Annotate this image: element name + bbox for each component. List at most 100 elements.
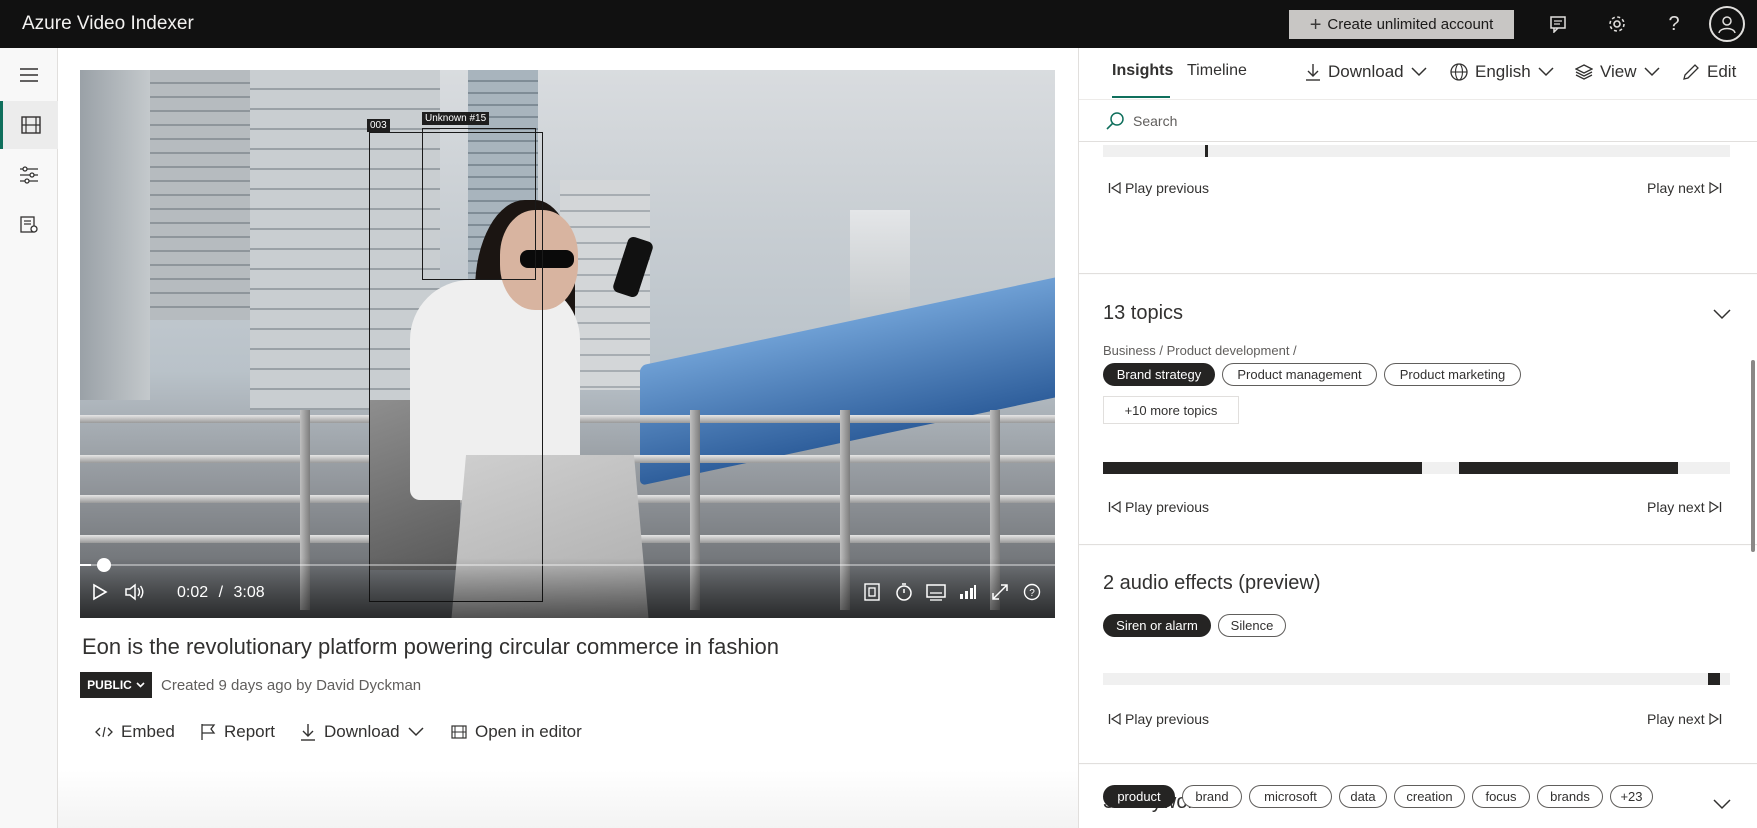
topics-timeline-bar[interactable] [1103, 462, 1730, 474]
visibility-dropdown[interactable]: PUBLIC [80, 672, 152, 698]
play-previous-button[interactable]: Play previous [1108, 180, 1209, 196]
play-previous-label: Play previous [1125, 711, 1210, 727]
fullscreen-icon[interactable] [988, 580, 1012, 604]
tab-timeline[interactable]: Timeline [1187, 62, 1247, 80]
language-dropdown[interactable]: English [1450, 62, 1554, 82]
view-label: View [1600, 62, 1637, 81]
search-placeholder: Search [1133, 112, 1178, 129]
panel-download-button[interactable]: Download [1305, 62, 1427, 82]
search-icon [1106, 111, 1124, 130]
timer-icon[interactable] [892, 580, 916, 604]
face-detection-box[interactable] [422, 128, 536, 280]
keyword-pill[interactable]: brand [1182, 785, 1242, 808]
keyword-pill[interactable]: +23 [1610, 785, 1653, 808]
volume-icon[interactable] [122, 580, 148, 604]
chevron-down-icon[interactable] [1713, 795, 1731, 813]
quality-icon[interactable] [956, 580, 980, 604]
insight-timeline-bar[interactable] [1103, 145, 1730, 157]
play-icon[interactable] [88, 580, 112, 604]
film-icon [20, 116, 41, 134]
keyword-pill[interactable]: data [1339, 785, 1387, 808]
language-label: English [1475, 62, 1531, 81]
report-label: Report [224, 722, 276, 741]
play-next-button[interactable]: Play next [1647, 711, 1722, 727]
topic-pill[interactable]: Product management [1222, 363, 1377, 386]
rail-item-filters[interactable] [0, 151, 58, 199]
created-info: Created 9 days ago by David Dyckman [161, 677, 422, 694]
play-previous-button[interactable]: Play previous [1108, 499, 1209, 515]
seek-bar-handle[interactable] [96, 558, 111, 572]
app-title[interactable]: Azure Video Indexer [22, 13, 194, 35]
panel-tab-bar: Insights Timeline Download English View … [1079, 48, 1757, 100]
play-next-button[interactable]: Play next [1647, 499, 1722, 515]
download-icon [301, 724, 315, 741]
seek-bar-fill [80, 564, 91, 566]
insights-panel: Insights Timeline Download English View … [1078, 48, 1757, 828]
help-icon[interactable]: ? [1662, 12, 1686, 36]
hamburger-menu-icon[interactable] [0, 51, 58, 99]
camera-icon[interactable] [860, 580, 884, 604]
keyword-pill[interactable]: microsoft [1249, 785, 1332, 808]
keyword-pill[interactable]: brands [1537, 785, 1603, 808]
tab-insights[interactable]: Insights [1112, 62, 1173, 80]
feedback-icon[interactable] [1546, 12, 1570, 36]
rail-item-media[interactable] [0, 101, 58, 149]
keyword-pill[interactable]: focus [1472, 785, 1530, 808]
play-next-label: Play next [1647, 499, 1705, 515]
timeline-segment[interactable] [1103, 462, 1422, 474]
view-dropdown[interactable]: View [1575, 62, 1660, 82]
play-next-button[interactable]: Play next [1647, 180, 1722, 196]
audio-effects-title: 2 audio effects (preview) [1103, 572, 1321, 594]
building-shape [150, 70, 250, 320]
top-bar: Azure Video Indexer + Create unlimited a… [0, 0, 1757, 48]
edit-button[interactable]: Edit [1682, 62, 1736, 82]
svg-text:?: ? [1029, 588, 1035, 599]
edit-label: Edit [1707, 62, 1737, 81]
account-avatar[interactable] [1709, 6, 1745, 42]
panel-scrollbar[interactable] [1751, 360, 1755, 552]
timeline-segment[interactable] [1708, 673, 1720, 685]
embed-label: Embed [121, 722, 175, 741]
account-icon [1718, 16, 1736, 34]
panel-download-label: Download [1328, 62, 1404, 81]
timeline-segment[interactable] [1205, 145, 1208, 157]
topic-pill[interactable]: Product marketing [1384, 363, 1521, 386]
film-icon [451, 725, 467, 739]
skip-previous-icon [1108, 713, 1121, 725]
audio-effect-pill[interactable]: Siren or alarm [1103, 614, 1211, 637]
create-unlimited-account-button[interactable]: + Create unlimited account [1289, 10, 1514, 39]
download-button[interactable]: Download [300, 720, 424, 744]
rail-item-document[interactable] [0, 201, 58, 249]
more-topics-button[interactable]: +10 more topics [1103, 396, 1239, 424]
topic-breadcrumb: Business / Product development / [1103, 343, 1297, 358]
chevron-down-icon [1644, 67, 1660, 77]
video-player[interactable]: 003 Unknown #15 0:02 / 3:08 ? [80, 70, 1055, 618]
left-rail [0, 48, 58, 828]
audio-effects-timeline-bar[interactable] [1103, 673, 1730, 685]
timeline-segment[interactable] [1459, 462, 1678, 474]
embed-button[interactable]: Embed [95, 720, 175, 744]
open-in-editor-button[interactable]: Open in editor [451, 720, 582, 744]
seek-bar[interactable] [80, 558, 1055, 572]
topic-pill[interactable]: Brand strategy [1103, 363, 1215, 386]
play-previous-button[interactable]: Play previous [1108, 711, 1209, 727]
keyword-pill[interactable]: product [1103, 785, 1175, 808]
insights-search[interactable]: Search [1079, 100, 1757, 142]
time-separator: / [218, 584, 224, 601]
flag-icon [201, 724, 216, 740]
open-in-editor-label: Open in editor [475, 722, 582, 741]
report-button[interactable]: Report [200, 720, 275, 744]
player-help-icon[interactable]: ? [1020, 580, 1044, 604]
building-shape [80, 70, 150, 400]
face-detection-label: Unknown #15 [422, 112, 490, 125]
video-title: Eon is the revolutionary platform poweri… [82, 634, 779, 659]
playback-time: 0:02 / 3:08 [177, 584, 265, 602]
skip-next-icon [1708, 182, 1721, 194]
keyword-pill[interactable]: creation [1394, 785, 1465, 808]
audio-effect-pill[interactable]: Silence [1218, 614, 1286, 637]
captions-icon[interactable] [924, 580, 948, 604]
chevron-down-icon[interactable] [1713, 305, 1731, 323]
settings-icon[interactable] [1605, 12, 1629, 36]
plus-icon: + [1309, 13, 1322, 36]
play-next-label: Play next [1647, 711, 1705, 727]
